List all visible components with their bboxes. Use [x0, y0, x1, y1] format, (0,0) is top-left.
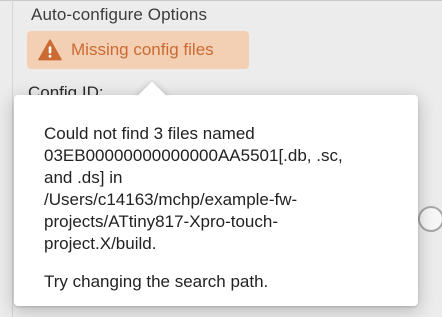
- message-line: projects/ATtiny817-Xpro-touch-: [44, 212, 279, 231]
- warning-label: Missing config files: [71, 40, 214, 59]
- popover-message: Could not find 3 files named 03EB0000000…: [44, 123, 400, 255]
- missing-files-popover: Could not find 3 files named 03EB0000000…: [14, 95, 418, 306]
- section-title: Auto-configure Options: [31, 5, 208, 24]
- message-line: Could not find 3 files named: [44, 124, 255, 143]
- popover-arrow: [134, 80, 170, 96]
- missing-config-warning-badge[interactable]: Missing config files: [27, 31, 249, 69]
- top-divider: [0, 0, 442, 1]
- warning-triangle-icon: [38, 39, 62, 61]
- radio-control[interactable]: [418, 206, 442, 232]
- message-line: /Users/c14163/mchp/example-fw-: [44, 190, 298, 209]
- search-path-hint: Try changing the search path.: [44, 272, 269, 291]
- message-line: and .ds] in: [44, 168, 123, 187]
- left-divider: [12, 0, 13, 317]
- message-line: project.X/build.: [44, 234, 157, 253]
- message-line: 03EB00000000000000AA5501[.db, .sc,: [44, 146, 343, 165]
- auto-configure-panel: Auto-configure Options Missing config fi…: [0, 0, 442, 317]
